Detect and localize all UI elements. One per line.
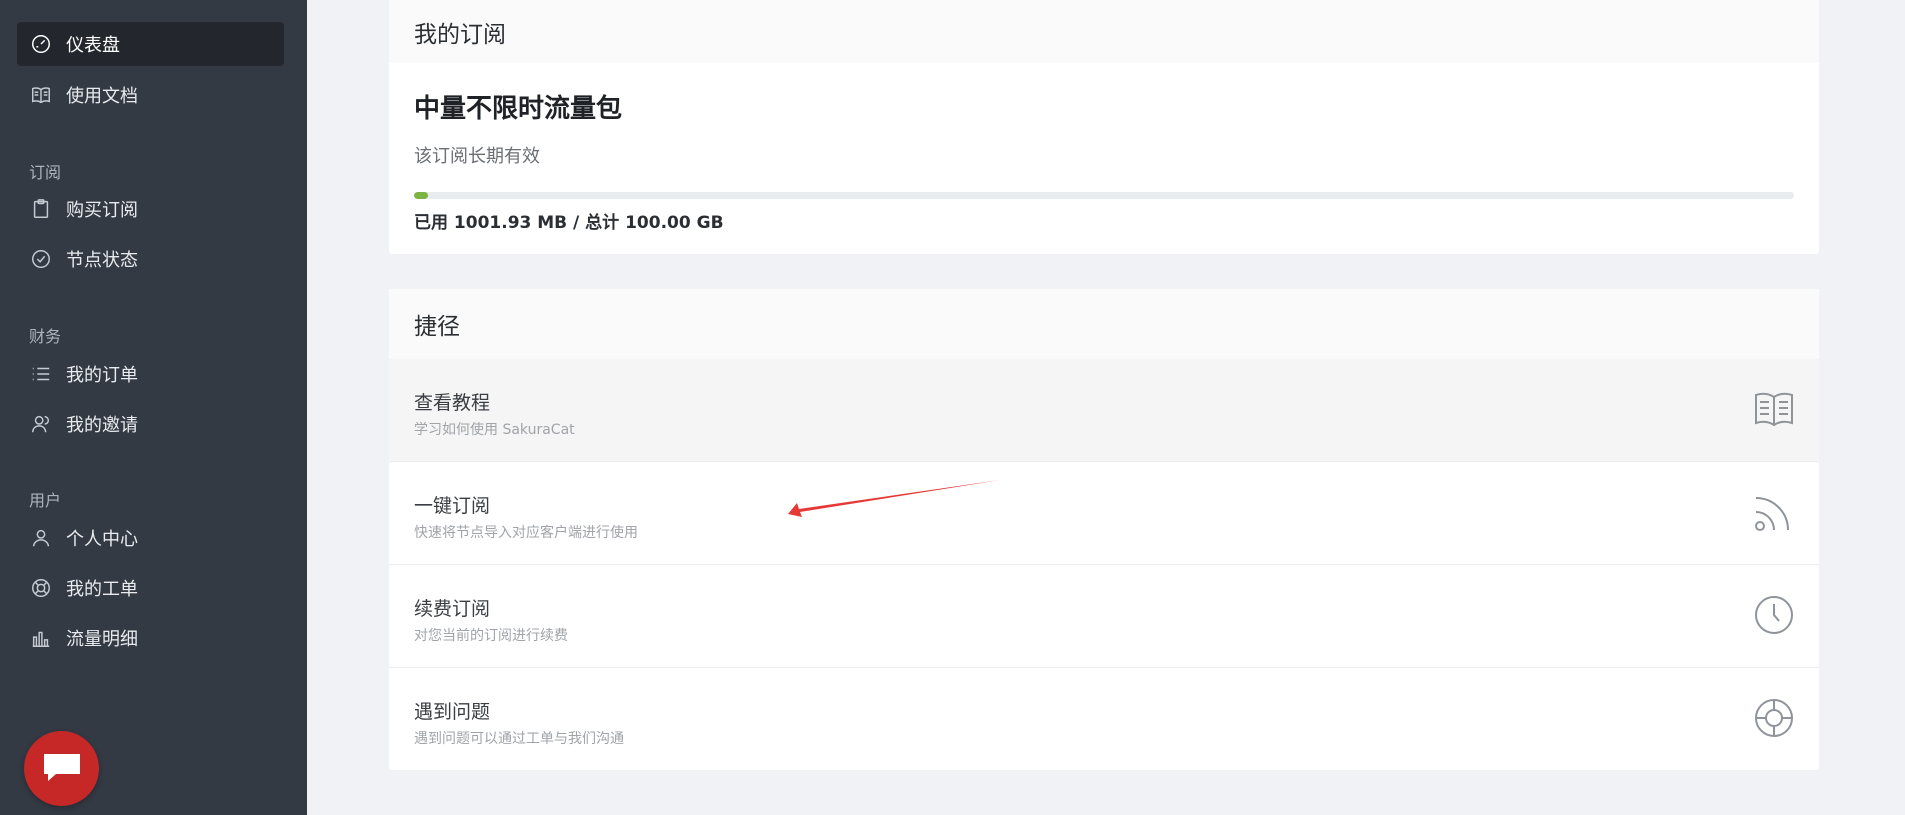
book-icon — [30, 84, 52, 106]
shortcut-subtitle: 遇到问题可以通过工单与我们沟通 — [414, 731, 624, 747]
sidebar-item-label: 我的工单 — [66, 579, 138, 600]
shortcut-title: 遇到问题 — [414, 701, 491, 723]
usage-progress-fill — [414, 192, 428, 199]
sidebar-item-traffic-details[interactable]: 流量明细 — [17, 616, 284, 660]
lifebuoy-icon — [30, 577, 52, 599]
shortcut-renew-subscription[interactable]: 续费订阅 对您当前的订阅进行续费 — [389, 565, 1819, 668]
sidebar-item-node-status[interactable]: 节点状态 — [17, 237, 284, 281]
shortcuts-card-header: 捷径 — [389, 289, 1819, 359]
check-circle-icon — [30, 248, 52, 270]
section-title-finance: 财务 — [29, 327, 62, 346]
users-icon — [30, 413, 52, 435]
shortcut-title: 一键订阅 — [414, 495, 491, 517]
sidebar-item-profile[interactable]: 个人中心 — [17, 516, 284, 560]
sidebar-item-my-tickets[interactable]: 我的工单 — [17, 566, 284, 610]
plan-validity: 该订阅长期有效 — [414, 146, 540, 167]
sidebar-item-label: 流量明细 — [66, 629, 138, 650]
sidebar: 仪表盘 使用文档 订阅 购买订阅 节点状态 财务 我的订单 我的邀请 用户 个人… — [0, 0, 307, 815]
sidebar-item-my-orders[interactable]: 我的订单 — [17, 352, 284, 396]
list-icon — [30, 363, 52, 385]
sidebar-item-docs[interactable]: 使用文档 — [17, 73, 284, 117]
subscription-card: 我的订阅 中量不限时流量包 该订阅长期有效 已用 1001.93 MB / 总计… — [389, 0, 1819, 254]
sidebar-item-label: 使用文档 — [66, 86, 138, 107]
shortcut-subtitle: 学习如何使用 SakuraCat — [414, 422, 575, 438]
shortcut-get-help[interactable]: 遇到问题 遇到问题可以通过工单与我们沟通 — [389, 668, 1819, 771]
chat-icon — [42, 750, 82, 788]
sidebar-item-label: 购买订阅 — [66, 200, 138, 221]
user-icon — [30, 527, 52, 549]
sidebar-item-buy-subscription[interactable]: 购买订阅 — [17, 187, 284, 231]
section-title-user: 用户 — [29, 491, 62, 510]
shortcut-title: 续费订阅 — [414, 598, 491, 620]
chat-button[interactable] — [24, 731, 99, 806]
sidebar-item-label: 我的邀请 — [66, 415, 138, 436]
rss-icon — [1752, 490, 1796, 534]
plan-name: 中量不限时流量包 — [414, 94, 623, 124]
clock-icon — [1752, 593, 1796, 637]
shortcut-subtitle: 对您当前的订阅进行续费 — [414, 628, 568, 644]
shortcut-view-tutorial[interactable]: 查看教程 学习如何使用 SakuraCat — [389, 359, 1819, 462]
clipboard-icon — [30, 198, 52, 220]
section-title-subscription: 订阅 — [29, 163, 62, 182]
sidebar-item-label: 个人中心 — [66, 529, 138, 550]
shortcut-one-click-subscribe[interactable]: 一键订阅 快速将节点导入对应客户端进行使用 — [389, 462, 1819, 565]
sidebar-item-my-invites[interactable]: 我的邀请 — [17, 402, 284, 446]
usage-progress-bar — [414, 192, 1794, 199]
sidebar-item-dashboard[interactable]: 仪表盘 — [17, 22, 284, 66]
shortcuts-card: 捷径 查看教程 学习如何使用 SakuraCat 一键订阅 快速将节点导入对应客… — [389, 289, 1819, 770]
shortcut-subtitle: 快速将节点导入对应客户端进行使用 — [414, 525, 638, 541]
usage-text: 已用 1001.93 MB / 总计 100.00 GB — [414, 213, 724, 233]
book-open-icon — [1752, 387, 1796, 431]
shortcut-title: 查看教程 — [414, 392, 491, 414]
lifebuoy-icon — [1752, 696, 1796, 740]
sidebar-item-label: 仪表盘 — [66, 35, 120, 56]
sidebar-item-label: 我的订单 — [66, 365, 138, 386]
dashboard-icon — [30, 33, 52, 55]
sidebar-item-label: 节点状态 — [66, 250, 138, 271]
subscription-card-header: 我的订阅 — [389, 0, 1819, 63]
bar-chart-icon — [30, 627, 52, 649]
